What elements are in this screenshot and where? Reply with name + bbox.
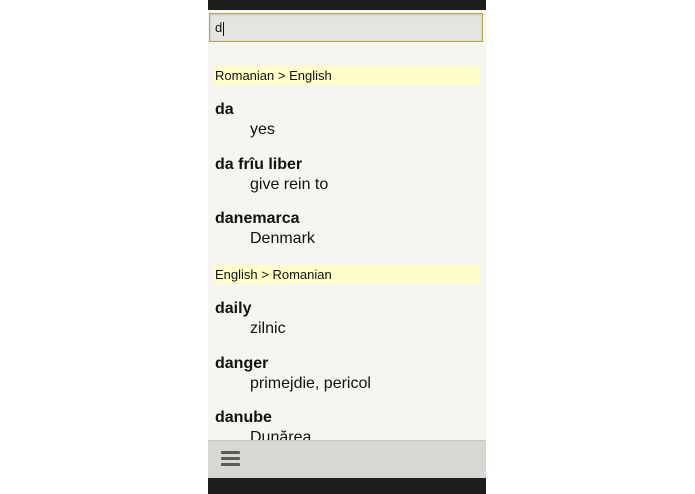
list-item[interactable]: danube Dunărea <box>215 408 480 440</box>
results-list[interactable]: Romanian > English da yes da frîu liber … <box>208 48 486 440</box>
entry-translation: give rein to <box>250 176 329 193</box>
entry-translation: zilnic <box>250 320 286 337</box>
entry-word: danube <box>215 409 272 426</box>
section-header-ro-en: Romanian > English <box>214 66 480 85</box>
entry-word: danemarca <box>215 210 300 227</box>
search-input[interactable] <box>215 18 475 38</box>
entry-word: danger <box>215 355 269 372</box>
entry-word: daily <box>215 300 252 317</box>
device-frame: Romanian > English da yes da frîu liber … <box>208 0 486 494</box>
list-item[interactable]: danger primejdie, pericol <box>215 354 480 393</box>
bottom-toolbar <box>208 440 486 478</box>
text-cursor <box>223 22 224 36</box>
section-header-en-ro: English > Romanian <box>214 265 480 284</box>
entry-translation: primejdie, pericol <box>250 375 371 392</box>
entry-word: da <box>215 101 234 118</box>
menu-icon[interactable] <box>221 450 240 467</box>
search-bar[interactable] <box>209 13 483 42</box>
entry-translation: Dunărea <box>250 429 312 440</box>
list-item[interactable]: da yes <box>215 100 480 139</box>
list-item[interactable]: danemarca Denmark <box>215 209 480 248</box>
list-item[interactable]: da frîu liber give rein to <box>215 155 480 194</box>
entry-translation: Denmark <box>250 230 315 247</box>
entry-translation: yes <box>250 121 275 138</box>
list-item[interactable]: daily zilnic <box>215 299 480 338</box>
entry-word: da frîu liber <box>215 156 303 173</box>
app-screen: Romanian > English da yes da frîu liber … <box>208 10 486 478</box>
